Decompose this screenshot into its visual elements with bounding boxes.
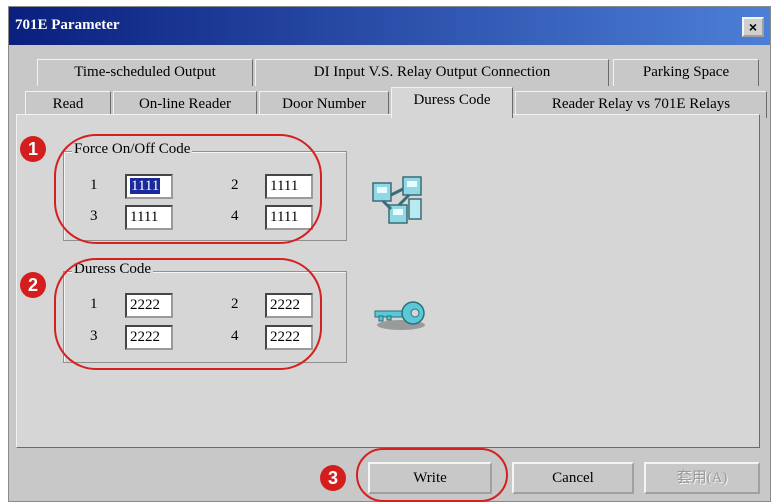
tab-label: Reader Relay vs 701E Relays [551,96,731,112]
apply-button[interactable]: 套用(A) [644,462,760,494]
tab-parking-space[interactable]: Parking Space [613,59,759,86]
window-title: 701E Parameter [15,17,120,33]
apply-button-label: 套用(A) [676,470,728,486]
network-blocks-icon [372,176,422,224]
tab-duress-code[interactable]: Duress Code [391,87,513,118]
annotation-circle-1 [54,134,322,244]
annotation-badge-2: 2 [20,272,46,298]
tab-label: Door Number [282,96,366,112]
annotation-circle-2 [54,258,322,370]
annotation-badge-3: 3 [320,465,346,491]
cancel-button[interactable]: Cancel [512,462,634,494]
close-button[interactable]: × [742,17,764,37]
key-icon [374,301,425,330]
tab-label: DI Input V.S. Relay Output Connection [313,64,551,80]
tab-label: Parking Space [642,64,730,80]
tab-label: Time-scheduled Output [74,64,216,80]
cancel-button-label: Cancel [552,470,594,486]
close-icon: × [748,19,758,35]
tab-di-input-relay-output[interactable]: DI Input V.S. Relay Output Connection [255,59,609,86]
annotation-badge-1: 1 [20,136,46,162]
tab-label: On-line Reader [138,96,232,112]
tab-label: Duress Code [413,92,491,108]
tab-label: Read [52,96,84,112]
annotation-circle-3 [356,448,508,502]
tab-time-scheduled-output[interactable]: Time-scheduled Output [37,59,253,86]
title-bar[interactable]: 701E Parameter × [9,7,770,45]
